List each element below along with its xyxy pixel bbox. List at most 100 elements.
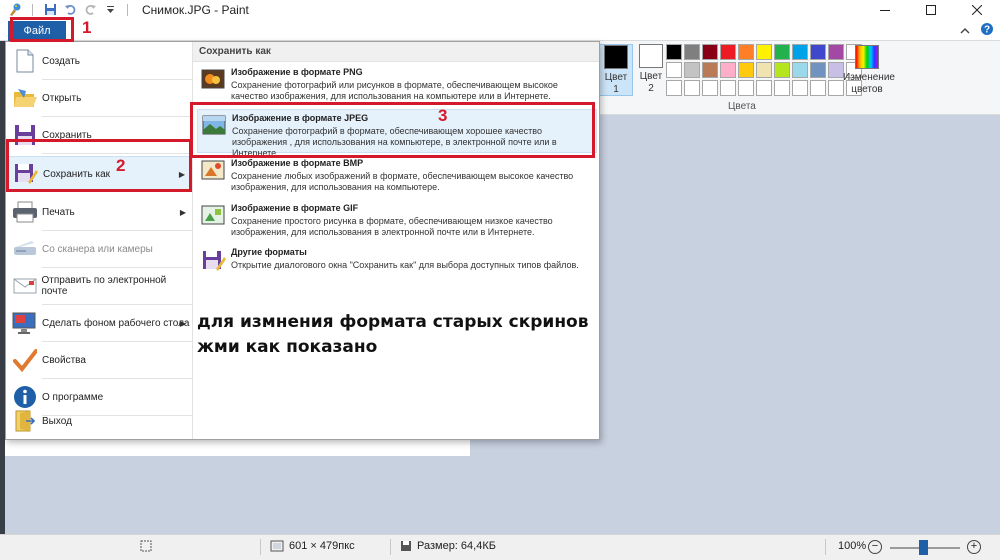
menu-item-print[interactable]: Печать ▶ xyxy=(6,195,192,229)
email-icon xyxy=(12,273,37,299)
palette-color-swatch[interactable] xyxy=(702,62,718,78)
palette-color-swatch[interactable] xyxy=(666,62,682,78)
undo-icon[interactable] xyxy=(63,3,77,17)
menu-item-label: Свойства xyxy=(42,354,86,366)
separator xyxy=(390,539,391,555)
palette-color-swatch[interactable] xyxy=(666,80,682,96)
palette-color-swatch[interactable] xyxy=(810,62,826,78)
redo-icon[interactable] xyxy=(83,3,97,17)
annotation-box-step-2 xyxy=(6,139,192,192)
image-dimensions: 601 × 479пкс xyxy=(270,540,355,552)
palette-color-swatch[interactable] xyxy=(684,44,700,60)
menu-item-label: Выход xyxy=(42,415,72,427)
submenu-arrow-icon: ▶ xyxy=(179,207,186,217)
submenu-item-title: Другие форматы xyxy=(231,247,307,257)
selection-size-indicator xyxy=(140,540,152,552)
ribbon-right-controls: ? xyxy=(960,22,994,39)
submenu-item-title: Изображение в формате GIF xyxy=(231,203,359,213)
menu-item-open[interactable]: Открыть xyxy=(6,81,192,115)
palette-color-swatch[interactable] xyxy=(738,80,754,96)
help-icon[interactable]: ? xyxy=(980,22,994,39)
submenu-header: Сохранить как xyxy=(193,42,599,62)
palette-color-swatch[interactable] xyxy=(792,62,808,78)
palette-color-swatch[interactable] xyxy=(774,62,790,78)
menu-item-new[interactable]: Создать xyxy=(6,44,192,78)
palette-color-swatch[interactable] xyxy=(720,80,736,96)
file-menu-items: Создать Открыть Сохранить Сохранить как … xyxy=(6,42,192,439)
separator xyxy=(127,3,128,16)
printer-icon xyxy=(12,199,38,225)
status-bar: 601 × 479пкс Размер: 64,4КБ 100% − + xyxy=(0,534,1000,560)
menu-item-label: О программе xyxy=(42,391,104,403)
dimensions-icon xyxy=(270,540,284,552)
separator xyxy=(260,539,261,555)
color2-selector[interactable]: Цвет 2 xyxy=(634,44,668,96)
separator xyxy=(825,539,826,555)
edit-colors-label: Изменение цветов xyxy=(843,72,895,95)
file-menu: Создать Открыть Сохранить Сохранить как … xyxy=(5,41,600,440)
palette-color-swatch[interactable] xyxy=(828,80,844,96)
menu-item-label: Открыть xyxy=(42,92,82,104)
color-palette xyxy=(666,44,863,97)
palette-color-swatch[interactable] xyxy=(720,62,736,78)
minimize-ribbon-icon[interactable] xyxy=(960,24,970,38)
palette-color-swatch[interactable] xyxy=(774,44,790,60)
window-controls xyxy=(862,0,1000,19)
edit-colors-button[interactable]: Изменение цветов xyxy=(843,45,895,96)
submenu-item-bmp[interactable]: Изображение в формате BMP Сохранение люб… xyxy=(197,155,597,199)
scanner-icon xyxy=(12,236,38,262)
maximize-button[interactable] xyxy=(908,0,954,19)
customize-toolbar-icon[interactable] xyxy=(103,3,117,17)
zoom-out-button[interactable]: − xyxy=(868,540,882,554)
close-button[interactable] xyxy=(954,0,1000,19)
colors-group-label: Цвета xyxy=(728,101,756,112)
color1-selector[interactable]: Цвет 1 xyxy=(599,44,633,96)
palette-color-swatch[interactable] xyxy=(738,44,754,60)
palette-color-swatch[interactable] xyxy=(756,62,772,78)
annotation-number-1: 1 xyxy=(82,18,92,37)
menu-separator xyxy=(42,341,192,342)
zoom-in-button[interactable]: + xyxy=(967,540,981,554)
palette-color-swatch[interactable] xyxy=(774,80,790,96)
palette-color-swatch[interactable] xyxy=(702,80,718,96)
save-icon[interactable] xyxy=(43,3,57,17)
submenu-item-other-formats[interactable]: Другие форматы Открытие диалогового окна… xyxy=(197,244,597,288)
exit-icon xyxy=(12,408,38,434)
submenu-arrow-icon: ▶ xyxy=(179,318,186,328)
close-icon xyxy=(972,4,982,15)
disk-icon xyxy=(401,541,411,551)
palette-color-swatch[interactable] xyxy=(792,80,808,96)
bmp-image-icon xyxy=(201,159,227,185)
color1-label: Цвет 1 xyxy=(604,72,628,95)
submenu-item-gif[interactable]: Изображение в формате GIF Сохранение про… xyxy=(197,200,597,244)
annotation-box-step-1 xyxy=(10,17,74,42)
palette-color-swatch[interactable] xyxy=(828,44,844,60)
palette-color-swatch[interactable] xyxy=(810,80,826,96)
file-size-text: Размер: 64,4КБ xyxy=(417,540,496,552)
palette-color-swatch[interactable] xyxy=(684,80,700,96)
minimize-button[interactable] xyxy=(862,0,908,19)
palette-color-swatch[interactable] xyxy=(720,44,736,60)
paint-app-icon xyxy=(8,3,22,17)
palette-color-swatch[interactable] xyxy=(828,62,844,78)
palette-color-swatch[interactable] xyxy=(756,80,772,96)
menu-separator xyxy=(42,267,192,268)
palette-color-swatch[interactable] xyxy=(792,44,808,60)
menu-item-email[interactable]: Отправить по электронной почте xyxy=(6,269,192,303)
menu-item-properties[interactable]: Свойства xyxy=(6,343,192,377)
menu-item-label: Со сканера или камеры xyxy=(42,243,153,255)
menu-item-exit[interactable]: Выход xyxy=(6,404,192,438)
palette-color-swatch[interactable] xyxy=(702,44,718,60)
submenu-item-description: Открытие диалогового окна "Сохранить как… xyxy=(231,260,579,270)
palette-color-swatch[interactable] xyxy=(666,44,682,60)
menu-item-set-desktop-background[interactable]: Сделать фоном рабочего стола ▶ xyxy=(6,306,192,340)
submenu-item-description: Сохранение фотографий или рисунков в фор… xyxy=(231,80,558,101)
zoom-level: 100% xyxy=(838,540,866,552)
menu-item-label: Отправить по электронной почте xyxy=(41,275,167,297)
palette-color-swatch[interactable] xyxy=(684,62,700,78)
palette-color-swatch[interactable] xyxy=(810,44,826,60)
dimensions-text: 601 × 479пкс xyxy=(289,540,355,552)
palette-color-swatch[interactable] xyxy=(738,62,754,78)
palette-color-swatch[interactable] xyxy=(756,44,772,60)
zoom-slider-thumb[interactable] xyxy=(919,540,928,555)
